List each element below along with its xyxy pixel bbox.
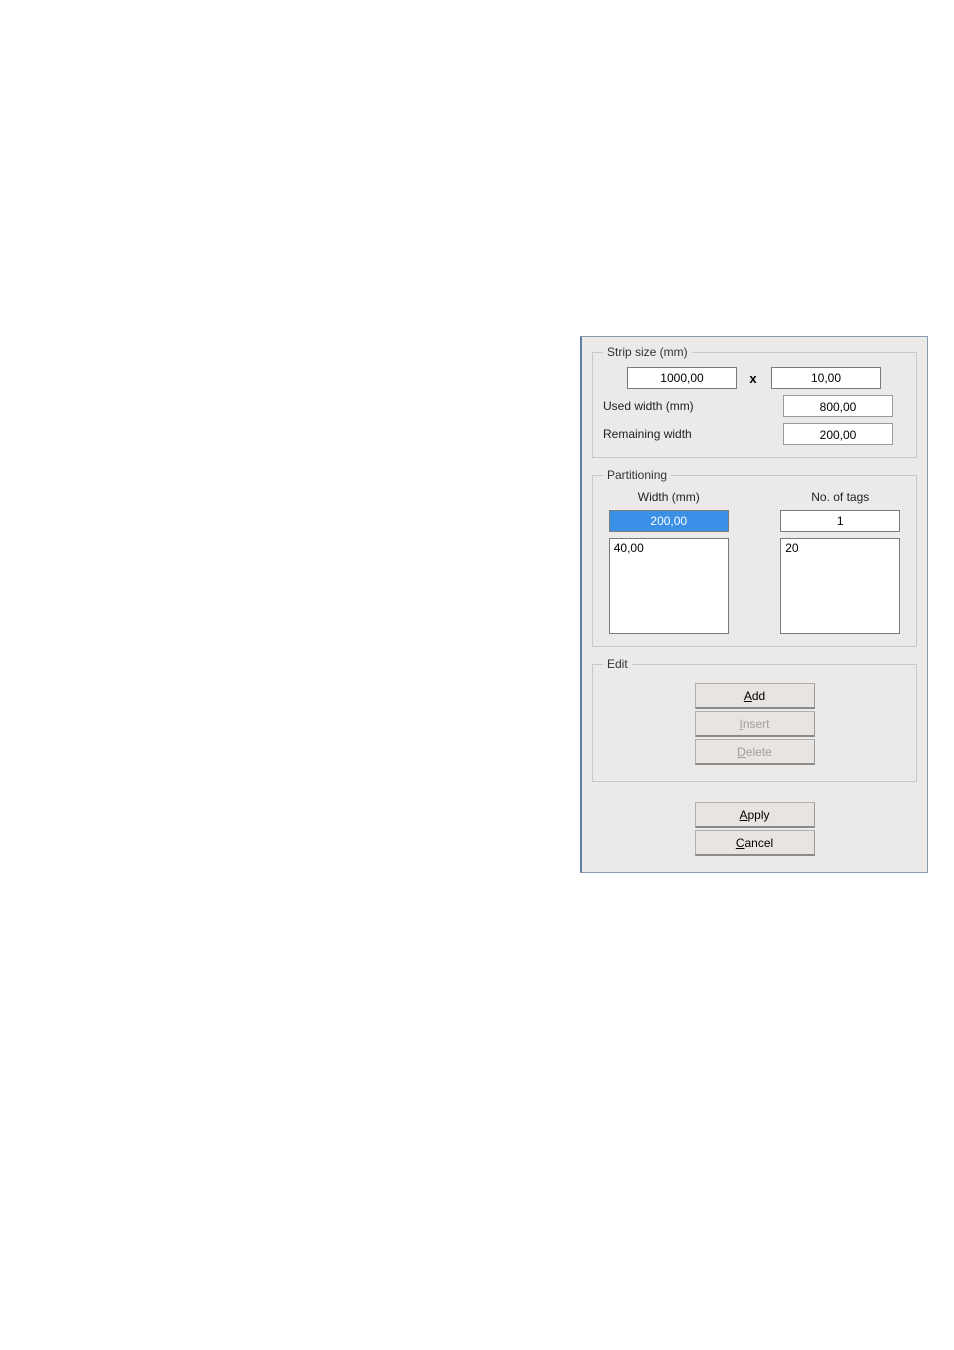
insert-button[interactable]: Insert bbox=[695, 711, 815, 737]
strip-dimensions-row: x bbox=[603, 367, 906, 389]
remaining-width-label: Remaining width bbox=[603, 427, 783, 441]
partitioning-legend: Partitioning bbox=[603, 468, 671, 482]
width-column-header: Width (mm) bbox=[603, 490, 735, 504]
remaining-width-row: Remaining width 200,00 bbox=[603, 423, 906, 445]
dimension-separator: x bbox=[745, 371, 761, 386]
partition-tags-input[interactable] bbox=[780, 510, 900, 532]
delete-button[interactable]: Delete bbox=[695, 739, 815, 765]
list-item[interactable]: 40,00 bbox=[614, 541, 724, 555]
remaining-width-value: 200,00 bbox=[783, 423, 893, 445]
apply-button[interactable]: Apply bbox=[695, 802, 815, 828]
add-button[interactable]: Add bbox=[695, 683, 815, 709]
partition-width-input[interactable] bbox=[609, 510, 729, 532]
dialog-footer: Apply Cancel bbox=[592, 792, 917, 856]
partition-tags-list[interactable]: 20 bbox=[780, 538, 900, 634]
used-width-row: Used width (mm) 800,00 bbox=[603, 395, 906, 417]
edit-legend: Edit bbox=[603, 657, 632, 671]
edit-group: Edit Add Insert Delete bbox=[592, 657, 917, 782]
strip-size-legend: Strip size (mm) bbox=[603, 345, 692, 359]
strip-size-group: Strip size (mm) x Used width (mm) 800,00… bbox=[592, 345, 917, 458]
tags-column-header: No. of tags bbox=[775, 490, 907, 504]
strip-width-input[interactable] bbox=[627, 367, 737, 389]
used-width-value: 800,00 bbox=[783, 395, 893, 417]
partition-width-list[interactable]: 40,00 bbox=[609, 538, 729, 634]
cancel-button[interactable]: Cancel bbox=[695, 830, 815, 856]
strip-height-input[interactable] bbox=[771, 367, 881, 389]
list-item[interactable]: 20 bbox=[785, 541, 895, 555]
partitioning-group: Partitioning Width (mm) 40,00 No. of tag… bbox=[592, 468, 917, 647]
strip-config-dialog: Strip size (mm) x Used width (mm) 800,00… bbox=[580, 336, 928, 873]
used-width-label: Used width (mm) bbox=[603, 399, 783, 413]
